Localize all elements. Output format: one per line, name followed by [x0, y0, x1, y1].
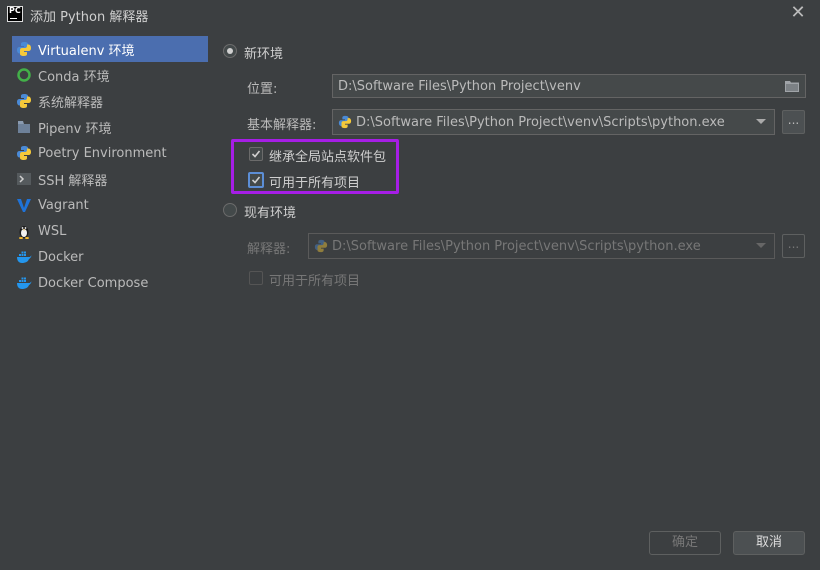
- sidebar-item-docker-compose[interactable]: Docker Compose: [12, 270, 208, 296]
- sidebar-item-label: Docker: [38, 249, 84, 265]
- sidebar-item-label: Poetry Environment: [38, 145, 167, 161]
- pycharm-logo-icon: PC: [7, 6, 23, 22]
- annotation-highlight-box: [231, 139, 399, 194]
- existing-available-all-projects-label: 可用于所有项目: [269, 274, 361, 289]
- close-icon[interactable]: ✕: [790, 4, 806, 22]
- new-env-label: 新环境: [244, 47, 284, 62]
- poetry-icon: [17, 146, 31, 160]
- sidebar-item-label: Docker Compose: [38, 275, 149, 291]
- sidebar-item-label: WSL: [38, 223, 67, 239]
- sidebar-item-ssh[interactable]: SSH 解释器: [12, 166, 208, 192]
- sidebar-item-conda[interactable]: Conda 环境: [12, 62, 208, 88]
- browse-existing-interpreter-button[interactable]: ...: [782, 234, 805, 258]
- sidebar-item-virtualenv[interactable]: Virtualenv 环境: [12, 36, 208, 62]
- linux-penguin-icon: [19, 226, 29, 239]
- python-icon: [338, 115, 352, 129]
- existing-interpreter-value: D:\Software Files\Python Project\venv\Sc…: [332, 238, 701, 254]
- existing-available-all-projects-checkbox[interactable]: [249, 271, 263, 285]
- sidebar-item-label: Conda 环境: [38, 69, 110, 85]
- pipenv-icon: [18, 121, 30, 133]
- sidebar-item-pipenv[interactable]: Pipenv 环境: [12, 114, 208, 140]
- sidebar-item-vagrant[interactable]: Vagrant: [12, 192, 208, 218]
- ssh-terminal-icon: [17, 173, 31, 185]
- base-interpreter-combo[interactable]: D:\Software Files\Python Project\venv\Sc…: [332, 109, 775, 135]
- sidebar-item-poetry[interactable]: Poetry Environment: [12, 140, 208, 166]
- window-title: 添加 Python 解释器: [30, 10, 149, 25]
- browse-base-interpreter-button[interactable]: ...: [782, 110, 805, 134]
- python-icon: [17, 94, 31, 108]
- vagrant-icon: [17, 199, 31, 212]
- existing-env-label: 现有环境: [244, 206, 297, 221]
- chevron-down-icon: [756, 243, 766, 248]
- sidebar-item-system[interactable]: 系统解释器: [12, 88, 208, 114]
- base-interpreter-label: 基本解释器:: [247, 118, 317, 133]
- existing-interpreter-label: 解释器:: [247, 242, 291, 257]
- sidebar-item-docker[interactable]: Docker: [12, 244, 208, 270]
- sidebar-item-wsl[interactable]: WSL: [12, 218, 208, 244]
- docker-icon: [17, 277, 32, 289]
- python-icon: [314, 239, 328, 253]
- location-label: 位置:: [247, 82, 278, 97]
- base-interpreter-value: D:\Software Files\Python Project\venv\Sc…: [356, 114, 725, 130]
- folder-icon[interactable]: [785, 80, 799, 92]
- conda-icon: [17, 68, 31, 82]
- sidebar-item-label: 系统解释器: [38, 95, 104, 111]
- title-bar: PC 添加 Python 解释器 ✕: [0, 0, 820, 30]
- location-value: D:\Software Files\Python Project\venv: [338, 78, 581, 94]
- python-icon: [17, 42, 31, 56]
- sidebar-item-label: SSH 解释器: [38, 173, 108, 189]
- chevron-down-icon: [756, 119, 766, 124]
- sidebar-item-label: Virtualenv 环境: [38, 43, 135, 59]
- ok-button[interactable]: 确定: [649, 531, 721, 555]
- existing-env-radio[interactable]: [223, 203, 237, 217]
- sidebar-item-label: Pipenv 环境: [38, 121, 112, 137]
- sidebar-item-label: Vagrant: [38, 197, 89, 213]
- docker-icon: [17, 251, 32, 263]
- new-env-radio[interactable]: [223, 44, 237, 58]
- location-input[interactable]: D:\Software Files\Python Project\venv: [332, 74, 806, 98]
- existing-interpreter-combo[interactable]: D:\Software Files\Python Project\venv\Sc…: [308, 233, 775, 259]
- cancel-button[interactable]: 取消: [733, 531, 805, 555]
